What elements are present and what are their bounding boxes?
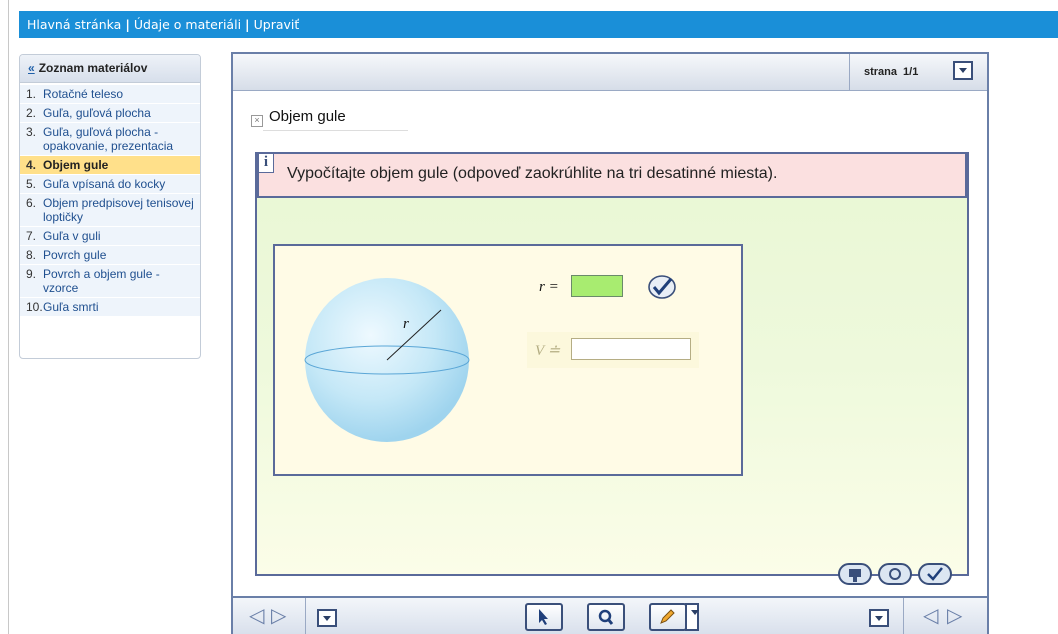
hint-button[interactable]	[837, 562, 873, 586]
volume-input[interactable]	[571, 338, 691, 360]
page-indicator: strana 1/1	[849, 54, 987, 90]
sidebar-item[interactable]: 8. Povrch gule	[20, 246, 200, 265]
next-arrow-icon-right[interactable]: ▷	[947, 605, 962, 625]
volume-label: V ≐	[535, 343, 561, 359]
sidebar-item-number: 1.	[26, 87, 37, 101]
sidebar-item[interactable]: 6. Objem predpisovej tenisovej loptičky	[20, 194, 200, 227]
sidebar-item-label: Povrch gule	[43, 248, 107, 262]
sidebar-item[interactable]: 5. Guľa vpísaná do kocky	[20, 175, 200, 194]
sphere-radius-label: r	[403, 316, 409, 332]
sidebar-item-number: 8.	[26, 248, 37, 262]
left-dropdown-button[interactable]	[317, 609, 337, 627]
sidebar-item[interactable]: 9. Povrch a objem gule - vzorce	[20, 265, 200, 298]
title-underline	[263, 130, 408, 131]
material-list: 1. Rotačné teleso 2. Guľa, guľová plocha 3. G…	[20, 85, 200, 317]
sidebar-item-number: 9.	[26, 267, 37, 281]
sidebar-item-number: 2.	[26, 106, 37, 120]
page-label: strana	[864, 66, 898, 78]
volume-row: V ≐	[527, 332, 699, 368]
page-dropdown-button[interactable]	[953, 61, 973, 80]
check-button[interactable]	[647, 274, 677, 300]
right-dropdown-button[interactable]	[869, 609, 889, 627]
material-title-row: × Objem gule	[251, 108, 346, 127]
evaluate-button[interactable]	[917, 562, 953, 586]
sidebar-item-label: Rotačné teleso	[43, 87, 124, 101]
sidebar-item-label: Objem gule	[43, 158, 109, 172]
toolbar-divider	[903, 598, 904, 634]
panel-header: strana 1/1	[233, 54, 987, 91]
radius-label: r =	[539, 279, 559, 295]
radius-input[interactable]	[571, 275, 623, 297]
zoom-tool-button[interactable]	[587, 603, 625, 631]
breadcrumb-details-link[interactable]: Údaje o materiáli	[134, 17, 241, 32]
page-value: 1/1	[903, 66, 919, 78]
material-list-sidebar: «Zoznam materiálov 1. Rotačné teleso 2. Guľ…	[19, 54, 201, 359]
previous-arrow-icon[interactable]: ◁	[249, 605, 264, 625]
sidebar-item[interactable]: 2. Guľa, guľová plocha	[20, 104, 200, 123]
left-border-line	[8, 0, 9, 634]
sidebar-item-label: Povrch a objem gule - vzorce	[43, 267, 160, 295]
sphere-illustration: r	[304, 278, 470, 442]
sidebar-item-label: Guľa, guľová plocha - opakovanie, prezen…	[43, 125, 174, 153]
sidebar-item[interactable]: 4. Objem gule	[20, 156, 200, 175]
sidebar-item-number: 3.	[26, 125, 37, 139]
breadcrumb-separator: |	[245, 17, 250, 32]
toolbar-divider	[305, 598, 306, 634]
sidebar-item-number: 5.	[26, 177, 37, 191]
sidebar-item-number: 4.	[26, 158, 37, 172]
sidebar-item[interactable]: 10. Guľa smrti	[20, 298, 200, 317]
sidebar-item[interactable]: 1. Rotačné teleso	[20, 85, 200, 104]
pen-tool-button[interactable]	[649, 603, 687, 631]
sidebar-item[interactable]: 3. Guľa, guľová plocha - opakovanie, prez…	[20, 123, 200, 156]
cursor-icon	[539, 609, 548, 625]
sidebar-item-number: 6.	[26, 196, 37, 210]
previous-arrow-icon-right[interactable]: ◁	[923, 605, 938, 625]
next-arrow-icon[interactable]: ▷	[271, 605, 286, 625]
pencil-icon	[660, 609, 675, 624]
exercise-figure: r r = V ≐	[273, 244, 743, 476]
exercise-area: i Vypočítajte objem gule (odpoveď zaokrú…	[255, 152, 969, 585]
pointer-tool-button[interactable]	[525, 603, 563, 631]
task-banner: i Vypočítajte objem gule (odpoveď zaokrú…	[257, 152, 967, 198]
exercise-actions	[837, 562, 953, 586]
breadcrumb-edit-link[interactable]: Upraviť	[254, 17, 300, 32]
magnifier-icon	[598, 609, 614, 625]
task-text: Vypočítajte objem gule (odpoveď zaokrúhl…	[287, 165, 778, 182]
bottom-toolbar: ◁ ▷ ◁ ▷	[231, 596, 989, 634]
info-icon[interactable]: i	[259, 154, 274, 173]
breadcrumb: Hlavná stránka | Údaje o materiáli | Upraviť	[19, 11, 1058, 38]
breadcrumb-separator: |	[125, 17, 130, 32]
sidebar-item-number: 7.	[26, 229, 37, 243]
sidebar-item-number: 10.	[26, 300, 43, 314]
material-panel: strana 1/1 × Objem gule i Vypočítajte obje…	[231, 52, 989, 634]
pen-options-dropdown[interactable]	[685, 603, 699, 631]
collapse-sidebar-link[interactable]: «	[28, 61, 35, 75]
sidebar-item-label: Guľa smrti	[43, 300, 99, 314]
sidebar-title: Zoznam materiálov	[38, 61, 148, 75]
breadcrumb-home-link[interactable]: Hlavná stránka	[27, 17, 121, 32]
sidebar-item-label: Guľa, guľová plocha	[43, 106, 151, 120]
sidebar-item-label: Guľa vpísaná do kocky	[43, 177, 166, 191]
reset-button[interactable]	[877, 562, 913, 586]
sidebar-item[interactable]: 7. Guľa v guli	[20, 227, 200, 246]
sidebar-item-label: Objem predpisovej tenisovej loptičky	[43, 196, 194, 224]
sidebar-item-label: Guľa v guli	[43, 229, 101, 243]
material-title: Objem gule	[269, 108, 346, 125]
close-x-icon[interactable]: ×	[251, 115, 263, 127]
sidebar-header: «Zoznam materiálov	[20, 55, 200, 83]
